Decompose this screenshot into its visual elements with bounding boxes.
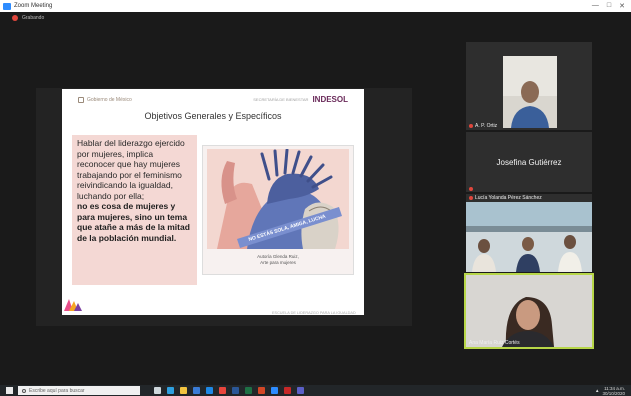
slide-gov-header: Gobierno de México (78, 97, 132, 103)
poster-artwork: NO ESTÁS SOLA, AMIGA, LUCHA (207, 149, 349, 249)
participant-name-center: Josefina Gutiérrez (496, 158, 562, 167)
clock-time: 11:34 a.m. (604, 385, 625, 391)
taskbar-search-input[interactable]: Escribe aquí para buscar (18, 386, 140, 395)
mail-icon[interactable] (206, 387, 213, 394)
file-explorer-icon[interactable] (180, 387, 187, 394)
system-tray: ▲ 11:34 a.m. 30/10/2020 (595, 385, 625, 396)
store-icon[interactable] (193, 387, 200, 394)
mic-muted-icon (469, 196, 473, 200)
participant-name-label: Ana María Ruiz Cortés (469, 340, 520, 346)
teams-icon[interactable] (297, 387, 304, 394)
windows-start-icon[interactable] (6, 387, 13, 394)
poster-caption-line: Arte para mujeres (260, 260, 296, 265)
taskbar-apps (154, 387, 304, 394)
mic-muted-icon (469, 187, 473, 191)
participant-tile[interactable]: Josefina Gutiérrez (466, 132, 592, 192)
search-placeholder: Escribe aquí para buscar (29, 387, 85, 394)
slide-footer: ESCUELA DE LIDERAZGO PARA LA IGUALDAD (272, 311, 356, 315)
recording-label: Grabando (22, 15, 45, 21)
participant-name-label: Lucía Yolanda Pérez Sánchez (469, 195, 542, 201)
program-logo-icon (64, 299, 82, 311)
maximize-button[interactable]: □ (607, 2, 611, 10)
chrome-icon[interactable] (219, 387, 226, 394)
excel-icon[interactable] (245, 387, 252, 394)
powerpoint-icon[interactable] (258, 387, 265, 394)
slide-paragraph-emphasis: no es cosa de mujeres y para mujeres, si… (77, 201, 190, 243)
participant-name: Ana María Ruiz Cortés (469, 340, 520, 346)
participant-name: Lucía Yolanda Pérez Sánchez (475, 195, 542, 201)
participant-tile[interactable]: A. P. Ortiz (466, 42, 592, 130)
window-controls: — □ ✕ (592, 2, 625, 10)
zoom-meeting-window: Zoom Meeting — □ ✕ Grabando Gobierno de … (0, 0, 631, 396)
acrobat-icon[interactable] (284, 387, 291, 394)
participant-name: A. P. Ortiz (475, 123, 498, 129)
participant-tile[interactable]: Lucía Yolanda Pérez Sánchez (466, 194, 592, 272)
task-view-icon[interactable] (154, 387, 161, 394)
taskbar-clock[interactable]: 11:34 a.m. 30/10/2020 (602, 386, 625, 396)
poster-illustration: NO ESTÁS SOLA, AMIGA, LUCHA (207, 149, 349, 249)
brand-name: INDESOL (312, 95, 348, 104)
edge-icon[interactable] (167, 387, 174, 394)
shared-slide: Gobierno de México SECRETARÍA DE BIENEST… (62, 89, 364, 315)
title-bar: Zoom Meeting — □ ✕ (0, 0, 631, 12)
mic-muted-icon (469, 124, 473, 128)
window-title: Zoom Meeting (14, 3, 53, 9)
zoom-logo-icon (3, 2, 11, 10)
poster-caption: Autoría Glenda Ruiz, Arte para mujeres (203, 254, 353, 266)
slide-paragraph: Hablar del liderazgo ejercido por mujere… (77, 138, 185, 201)
participant-name-label: A. P. Ortiz (469, 123, 497, 129)
participant-name-label (469, 187, 473, 191)
participant-video (466, 275, 592, 347)
windows-taskbar: Escribe aquí para buscar ▲ 11:34 a.m. 30… (0, 385, 631, 396)
gov-seal-icon (78, 97, 84, 103)
word-icon[interactable] (232, 387, 239, 394)
minimize-button[interactable]: — (592, 2, 599, 10)
brand-secretaria: SECRETARÍA DE BIENESTAR (253, 97, 309, 102)
recording-dot-icon (12, 15, 18, 21)
search-icon (22, 388, 26, 393)
slide-title: Objetivos Generales y Específicos (144, 111, 282, 121)
network-icon[interactable]: ▲ (595, 388, 599, 393)
slide-brand-logo: SECRETARÍA DE BIENESTAR INDESOL (253, 95, 348, 104)
close-button[interactable]: ✕ (619, 2, 625, 10)
active-speaker-tile[interactable]: Ana María Ruiz Cortés (464, 273, 594, 349)
clock-date: 30/10/2020 (602, 390, 625, 396)
participant-video (503, 56, 557, 128)
poster-frame: NO ESTÁS SOLA, AMIGA, LUCHA Autoría Glen… (202, 145, 354, 275)
recording-indicator[interactable]: Grabando (0, 12, 631, 24)
participant-video (466, 202, 592, 272)
zoom-icon[interactable] (271, 387, 278, 394)
slide-text-box: Hablar del liderazgo ejercido por mujere… (72, 135, 197, 285)
gov-label: Gobierno de México (87, 97, 132, 103)
